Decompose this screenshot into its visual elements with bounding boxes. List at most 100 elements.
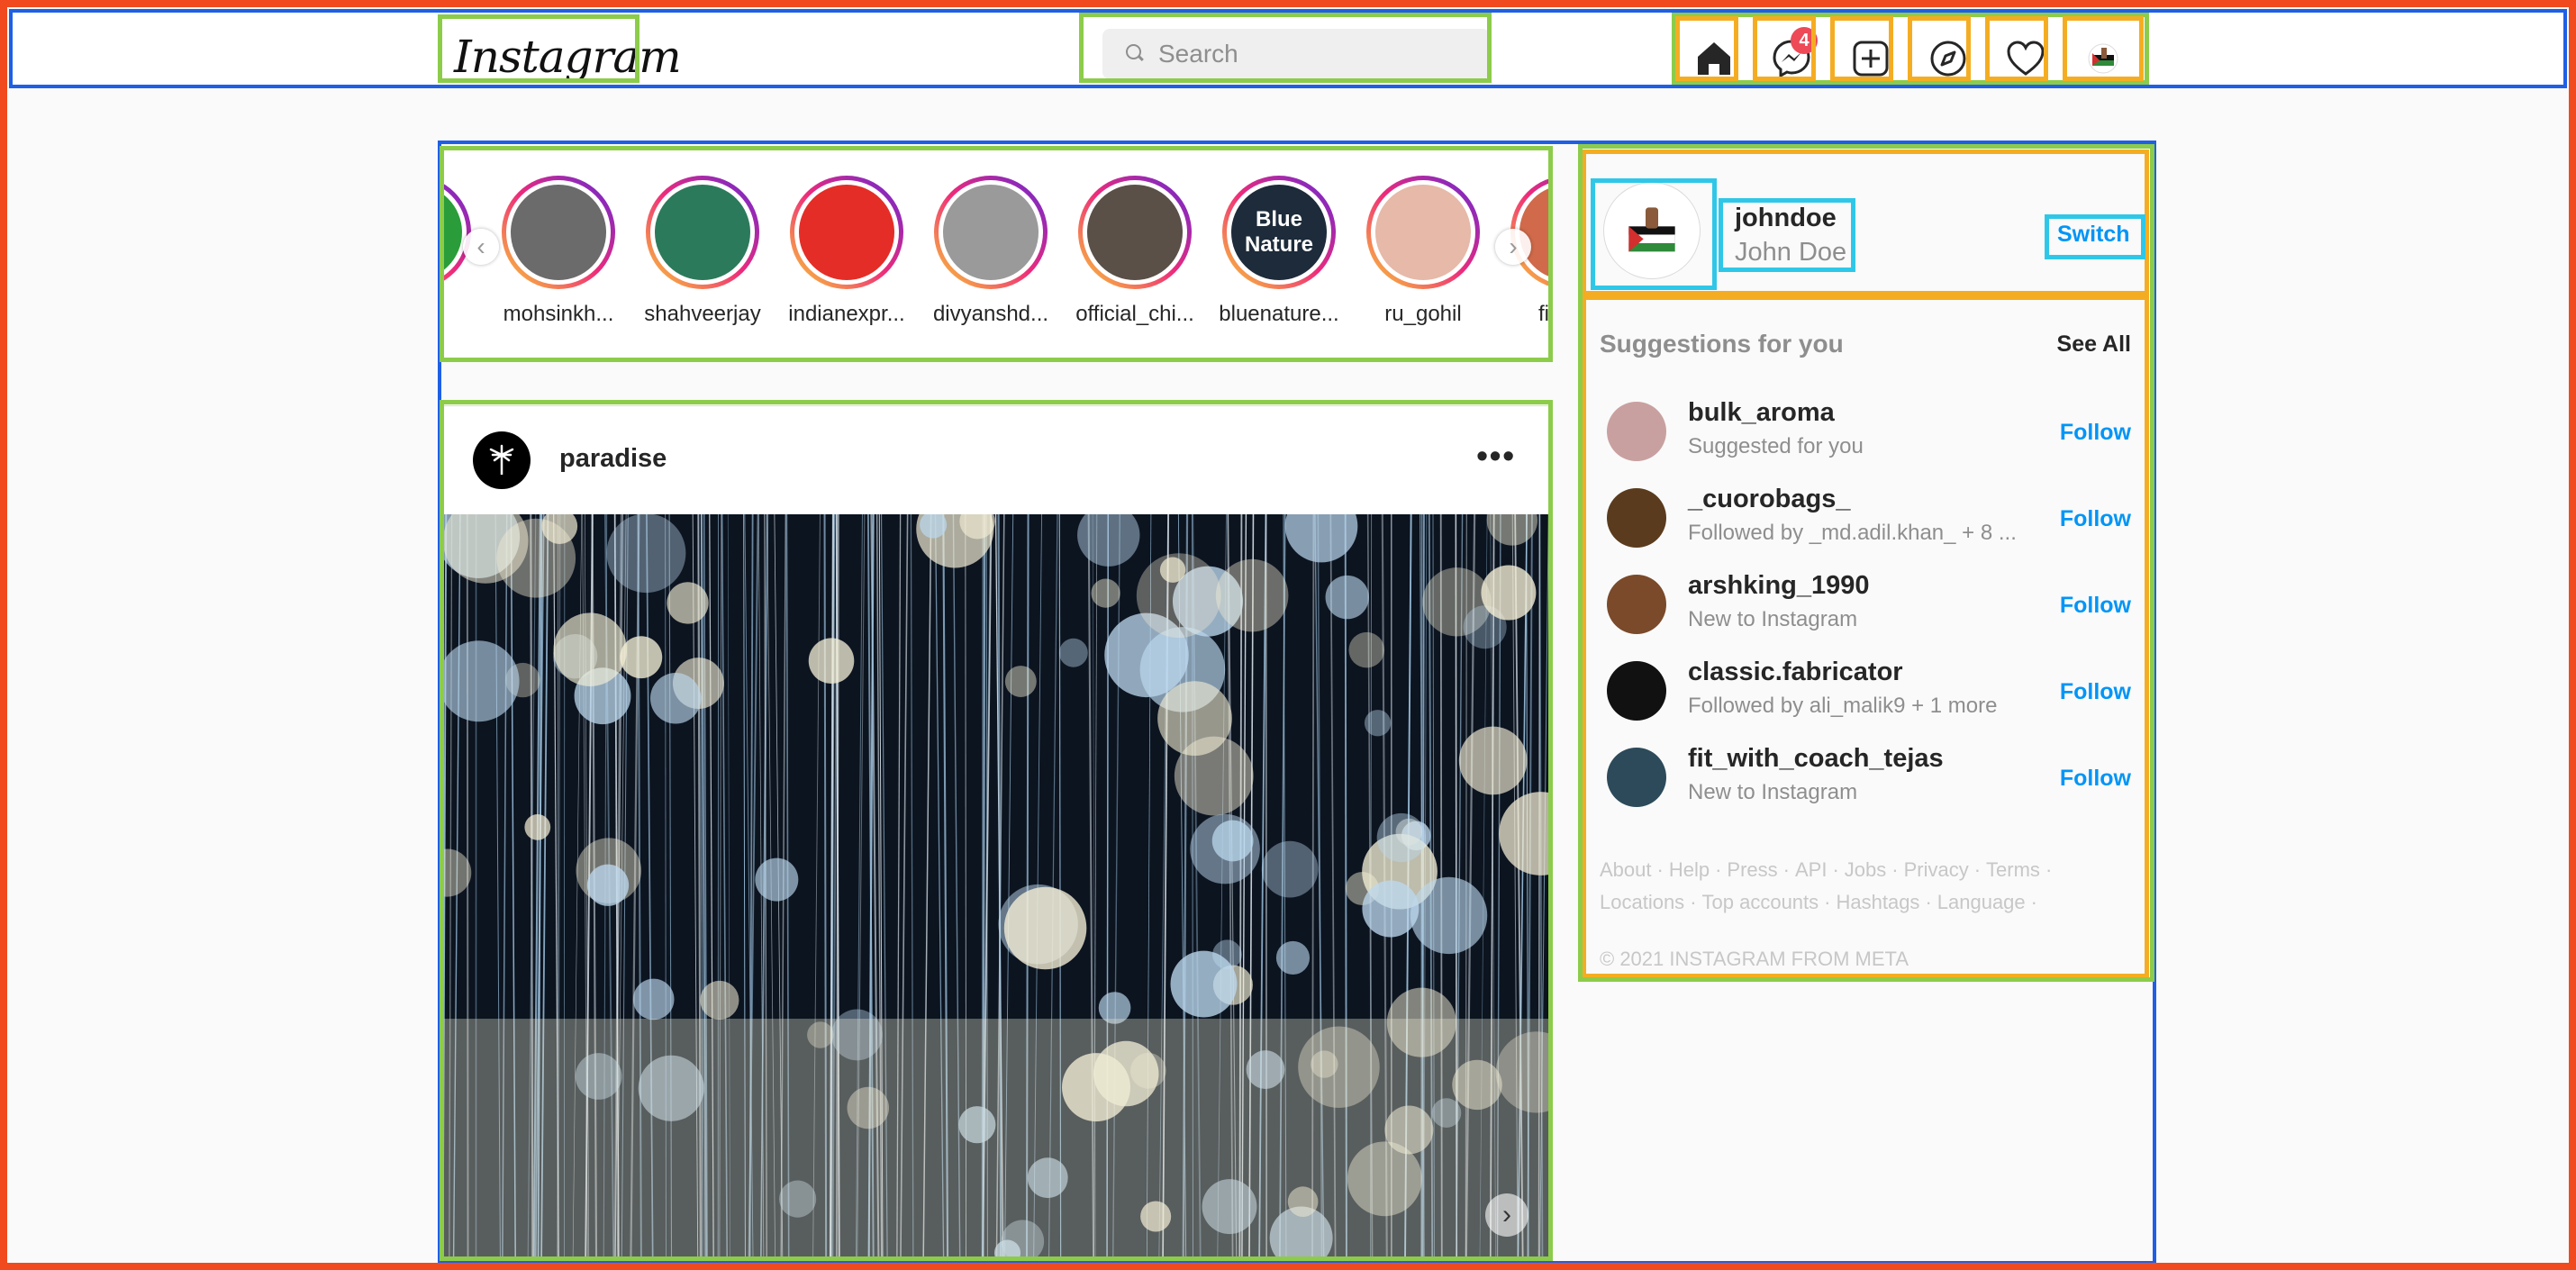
current-user-avatar[interactable]	[1603, 182, 1701, 279]
copyright-text: © 2021 INSTAGRAM FROM META	[1600, 948, 1909, 970]
footer-link[interactable]: Press	[1727, 858, 1777, 881]
suggestion-row: classic.fabricator Followed by ali_malik9…	[1585, 649, 2149, 730]
suggestion-row: arshking_1990 New to Instagram Follow	[1585, 562, 2149, 643]
suggestion-username[interactable]: bulk_aroma	[1688, 398, 1835, 428]
footer-link[interactable]: Help	[1669, 858, 1710, 881]
stories-tray: s... mohsinkh... shahveerjay indianexpr... d…	[443, 148, 1549, 360]
activity-button[interactable]	[1994, 27, 2057, 90]
story-avatar	[655, 185, 750, 280]
post-author-username[interactable]: paradise	[559, 444, 667, 474]
story-avatar: Blue Nature	[1231, 185, 1327, 280]
suggestion-avatar[interactable]	[1607, 748, 1666, 807]
profile-menu-button[interactable]	[2072, 27, 2135, 90]
story-item[interactable]: official_chi...	[1067, 149, 1202, 359]
story-item[interactable]: ru_gohil	[1356, 149, 1491, 359]
suggestion-username[interactable]: fit_with_coach_tejas	[1688, 744, 1944, 774]
story-ring	[502, 176, 615, 289]
story-item[interactable]: shahveerjay	[635, 149, 770, 359]
story-username: indianexpr...	[788, 302, 905, 326]
footer-link[interactable]: About	[1600, 858, 1652, 881]
story-avatar	[444, 185, 462, 280]
current-fullname: John Doe	[1735, 238, 1847, 267]
story-item[interactable]: divyanshd...	[923, 149, 1058, 359]
heart-icon	[2007, 41, 2045, 76]
suggestion-subtitle: Followed by _md.adil.khan_ + 8 ...	[1688, 521, 2017, 545]
story-ring: Blue Nature	[1222, 176, 1336, 289]
footer-links: About · Help · Press · API · Jobs · Privacy · Terms ·…	[1600, 858, 2053, 913]
follow-button[interactable]: Follow	[2060, 679, 2131, 705]
footer-link[interactable]: Top accounts	[1702, 891, 1819, 913]
story-username: s...	[444, 302, 482, 327]
suggestion-subtitle: Followed by ali_malik9 + 1 more	[1688, 694, 1998, 718]
post-image[interactable]: ›	[444, 489, 1548, 1260]
top-nav-bar: Instagram Search 4	[11, 11, 2565, 86]
post-options-button[interactable]: •••	[1476, 437, 1516, 475]
suggestion-row: bulk_aroma Suggested for you Follow	[1585, 389, 2149, 470]
story-avatar	[943, 185, 1039, 280]
story-item[interactable]: Blue Nature bluenature...	[1211, 149, 1347, 359]
suggestion-avatar[interactable]	[1607, 575, 1666, 634]
suggestion-avatar[interactable]	[1607, 488, 1666, 548]
post-author-avatar[interactable]	[473, 431, 531, 489]
palm-tree-icon	[489, 444, 514, 475]
footer-link[interactable]: Language	[1937, 891, 2026, 913]
current-username[interactable]: johndoe	[1735, 204, 1837, 233]
home-button[interactable]	[1683, 27, 1746, 90]
story-ring	[444, 176, 471, 289]
footer-link[interactable]: Terms	[1986, 858, 2040, 881]
plus-square-icon	[1853, 41, 1889, 77]
current-user-card: johndoe John Doe Switch	[1585, 150, 2149, 294]
home-icon	[1698, 42, 1730, 75]
stories-prev-button[interactable]: ‹	[463, 229, 499, 265]
lights-photo	[444, 489, 1548, 1260]
story-avatar	[1375, 185, 1471, 280]
new-post-button[interactable]	[1839, 27, 1902, 90]
story-item[interactable]: indianexpr...	[779, 149, 914, 359]
see-all-button[interactable]: See All	[2057, 331, 2131, 358]
story-username: ru_gohil	[1384, 302, 1462, 326]
suggestion-username[interactable]: _cuorobags_	[1688, 485, 1851, 514]
suggestion-subtitle: New to Instagram	[1688, 607, 1858, 631]
instagram-logo[interactable]: Instagram	[454, 31, 682, 83]
post-header: paradise •••	[444, 406, 1548, 513]
suggestion-username[interactable]: classic.fabricator	[1688, 658, 1903, 687]
story-avatar	[511, 185, 606, 280]
switch-account-button[interactable]: Switch	[2057, 222, 2130, 248]
footer-link[interactable]: Hashtags	[1836, 891, 1919, 913]
flag-fist-icon	[1628, 207, 1675, 252]
messenger-button[interactable]: 4	[1760, 27, 1823, 90]
suggestion-row: _cuorobags_ Followed by _md.adil.khan_ + …	[1585, 476, 2149, 557]
suggestion-avatar[interactable]	[1607, 661, 1666, 721]
story-username: mohsinkh...	[503, 302, 614, 326]
story-avatar	[1087, 185, 1183, 280]
suggestion-row: fit_with_coach_tejas New to Instagram Foll…	[1585, 735, 2149, 816]
story-item[interactable]: mohsinkh...	[491, 149, 626, 359]
story-ring	[1366, 176, 1480, 289]
search-input[interactable]: Search	[1102, 29, 1490, 79]
explore-button[interactable]	[1917, 27, 1980, 90]
search-icon	[1126, 44, 1146, 64]
story-username: shahveerjay	[644, 302, 761, 326]
suggestion-username[interactable]: arshking_1990	[1688, 571, 1870, 601]
search-placeholder: Search	[1158, 40, 1238, 68]
stories-next-button[interactable]: ›	[1495, 229, 1531, 265]
post-carousel-next-button[interactable]: ›	[1485, 1193, 1528, 1237]
story-username: official_chi...	[1075, 302, 1194, 326]
footer-link[interactable]: API	[1795, 858, 1827, 881]
follow-button[interactable]: Follow	[2060, 506, 2131, 532]
story-username: divyanshd...	[932, 302, 1049, 326]
footer-link[interactable]: Jobs	[1845, 858, 1886, 881]
footer-link[interactable]: Locations	[1600, 891, 1684, 913]
suggestions-panel: Suggestions for you See All About · Help · P…	[1585, 297, 2149, 978]
follow-button[interactable]: Follow	[2060, 593, 2131, 619]
footer-link[interactable]: Privacy	[1904, 858, 1969, 881]
suggestion-avatar[interactable]	[1607, 402, 1666, 461]
story-ring	[934, 176, 1048, 289]
suggestions-title: Suggestions for you	[1600, 330, 1844, 358]
suggestion-subtitle: New to Instagram	[1688, 780, 1858, 804]
follow-button[interactable]: Follow	[2060, 766, 2131, 792]
avatar-icon	[2088, 43, 2118, 74]
story-ring	[1078, 176, 1192, 289]
compass-icon	[1930, 41, 1966, 77]
follow-button[interactable]: Follow	[2060, 420, 2131, 446]
